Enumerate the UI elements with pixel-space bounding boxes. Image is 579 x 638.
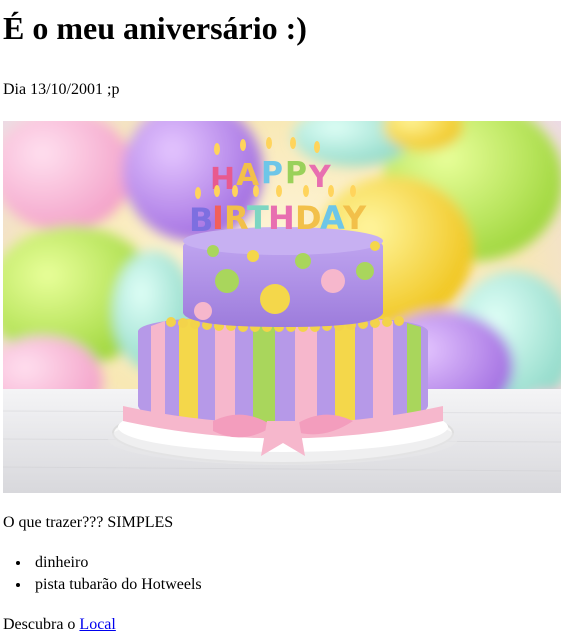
svg-text:H: H bbox=[268, 199, 295, 237]
date-text: Dia 13/10/2001 ;p bbox=[3, 81, 120, 98]
list-item: pista tubarão do Hotweels bbox=[31, 574, 576, 596]
svg-text:D: D bbox=[295, 199, 322, 237]
svg-text:R: R bbox=[224, 199, 249, 237]
svg-text:Y: Y bbox=[342, 199, 367, 237]
svg-text:T: T bbox=[247, 199, 269, 237]
bring-list: dinheiro pista tubarão do Hotweels bbox=[3, 552, 576, 596]
place-prefix: Descubra o bbox=[3, 616, 76, 633]
place-link[interactable]: Local bbox=[79, 616, 115, 633]
svg-text:I: I bbox=[212, 199, 224, 237]
svg-text:H: H bbox=[210, 162, 235, 197]
svg-text:B: B bbox=[189, 201, 213, 239]
birthday-cake-image: H A P P Y B I R T H D A Y bbox=[3, 121, 561, 493]
bring-text: O que trazer??? SIMPLES bbox=[3, 514, 174, 531]
svg-text:P: P bbox=[285, 156, 307, 191]
page-title: É o meu aniversário :) bbox=[3, 10, 307, 46]
place-line: Descubra o Local bbox=[3, 615, 576, 635]
svg-text:A: A bbox=[320, 199, 345, 237]
page: É o meu aniversário :) Dia 13/10/2001 ;p bbox=[0, 0, 579, 635]
list-item: dinheiro bbox=[31, 552, 576, 574]
